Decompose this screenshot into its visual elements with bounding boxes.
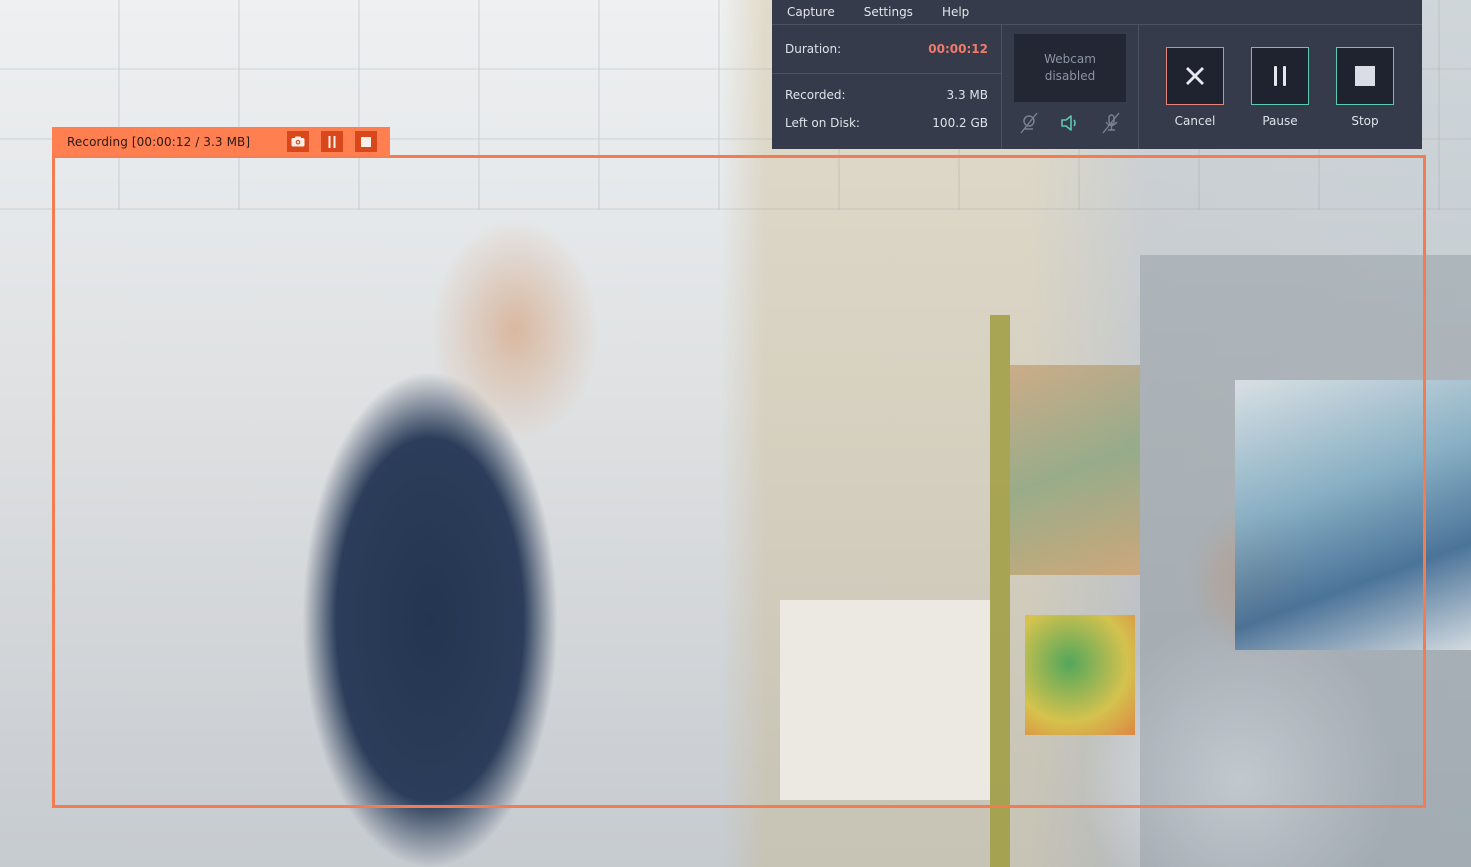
stop-button[interactable]: Stop	[1336, 47, 1394, 149]
pause-icon	[1274, 66, 1286, 86]
recording-stats: Duration: 00:00:12 Recorded: 3.3 MB Left…	[772, 25, 1002, 149]
system-audio-toggle[interactable]	[1058, 111, 1082, 135]
disk-value: 100.2 GB	[932, 116, 988, 130]
webcam-area: Webcam disabled	[1002, 25, 1139, 149]
webcam-off-icon	[1020, 112, 1038, 134]
webcam-preview: Webcam disabled	[1014, 34, 1126, 102]
webcam-toggle[interactable]	[1017, 111, 1041, 135]
recording-actions: Cancel Pause Stop	[1139, 25, 1422, 149]
recorded-row: Recorded: 3.3 MB	[772, 88, 1001, 102]
disk-row: Left on Disk: 100.2 GB	[772, 116, 1001, 130]
close-icon	[1186, 67, 1204, 85]
stop-icon	[1355, 66, 1375, 86]
stop-label: Stop	[1351, 114, 1379, 128]
recorded-label: Recorded:	[785, 88, 846, 102]
pause-recording-button[interactable]	[321, 131, 343, 152]
duration-label: Duration:	[785, 42, 842, 56]
recording-status-bar: Recording [00:00:12 / 3.3 MB]	[52, 127, 390, 156]
microphone-toggle[interactable]	[1099, 111, 1123, 135]
recording-control-panel: Capture Settings Help Duration: 00:00:12…	[772, 0, 1422, 149]
stop-icon	[361, 136, 371, 147]
menu-capture[interactable]: Capture	[787, 5, 835, 19]
pause-button[interactable]: Pause	[1251, 47, 1309, 149]
capture-area-frame[interactable]	[52, 155, 1426, 808]
webcam-status-line2: disabled	[1044, 69, 1096, 83]
pause-label: Pause	[1262, 114, 1298, 128]
camera-icon	[291, 136, 305, 147]
menu-bar: Capture Settings Help	[772, 0, 1422, 25]
recording-status-label: Recording [00:00:12 / 3.3 MB]	[67, 134, 251, 149]
pause-icon	[328, 135, 336, 148]
duration-value: 00:00:12	[928, 42, 988, 56]
cancel-label: Cancel	[1174, 114, 1216, 128]
menu-settings[interactable]: Settings	[864, 5, 913, 19]
stop-recording-button[interactable]	[355, 131, 377, 152]
recorded-value: 3.3 MB	[946, 88, 988, 102]
menu-help[interactable]: Help	[942, 5, 969, 19]
microphone-off-icon	[1102, 112, 1120, 134]
webcam-status-line1: Webcam	[1044, 52, 1096, 66]
speaker-icon	[1061, 115, 1076, 131]
cancel-button[interactable]: Cancel	[1166, 47, 1224, 149]
disk-label: Left on Disk:	[785, 116, 860, 130]
duration-row: Duration: 00:00:12	[772, 25, 1001, 74]
screenshot-button[interactable]	[287, 131, 309, 152]
